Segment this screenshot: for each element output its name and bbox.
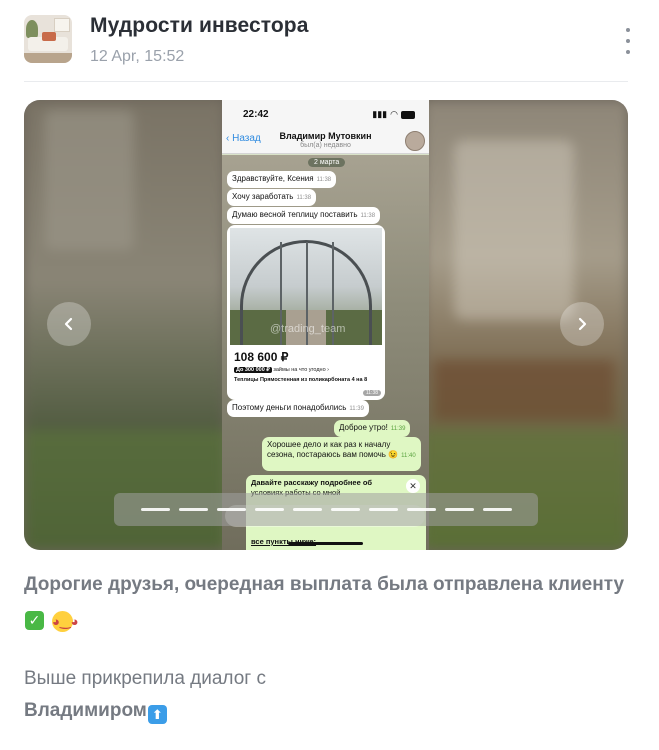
message-text: Хорошее дело и как раз к началу <box>267 440 391 449</box>
message-text: сезона, постараюсь вам помочь 😉 <box>267 450 399 459</box>
listing-price: 108 600 ₽ <box>234 350 289 364</box>
media-carousel[interactable]: 22:42 ▮▮▮ ◠ ‹ Назад Владимир Мутовкин бы… <box>24 100 628 550</box>
slide-indicator[interactable] <box>482 508 512 511</box>
post-caption-body: Выше прикрепила диалог с <box>24 668 267 689</box>
slide-indicator[interactable] <box>292 508 322 511</box>
message-time: 11:38 <box>296 195 312 201</box>
message-bubble: Думаю весной теплицу поставить 11:38 <box>227 207 381 224</box>
carousel-indicators <box>114 493 538 526</box>
slide-indicator[interactable] <box>368 508 398 511</box>
avatar-plant-shape <box>26 20 38 38</box>
more-vertical-icon-dot <box>626 39 630 43</box>
check-mark-emoji-icon: ✓ <box>25 611 44 630</box>
slide-indicator[interactable] <box>216 508 246 511</box>
signal-icon: ▮▮▮ <box>372 109 388 119</box>
listing-time: 11:38 <box>362 390 381 396</box>
message-bubble: Доброе утро! 11:39 <box>334 420 411 437</box>
listing-card: @trading_team 108 600 ₽ До 300 000 ₽ зай… <box>227 225 385 400</box>
header-divider <box>24 81 628 82</box>
message-bubble: Хочу заработать 11:38 <box>227 189 317 206</box>
message-time: 11:38 <box>316 177 332 183</box>
carousel-prev-button[interactable] <box>47 302 91 346</box>
credit-text: займы на что угодно <box>273 367 326 373</box>
caption-text: Дорогие друзья, очередная выплата была о… <box>24 574 625 595</box>
more-vertical-icon <box>626 28 630 32</box>
contact-status: был(а) недавно <box>300 142 351 149</box>
message-time: 11:39 <box>349 406 364 412</box>
message-bubble: Поэтому деньги понадобились 11:39 <box>227 400 369 417</box>
chevron-right-icon <box>578 317 587 331</box>
message-bubble: Здравствуйте, Ксения 11:38 <box>227 171 337 188</box>
contact-name: Владимир Мутовкин <box>279 131 372 141</box>
listing-description: Теплицы Прямостенная из поликарбоната 4 … <box>234 377 368 383</box>
slide-indicator[interactable] <box>178 508 208 511</box>
avatar-rug-shape <box>24 53 72 63</box>
date-chip: 2 марта <box>308 158 346 167</box>
post-header: Мудрости инвестора 12 Apr, 15:52 <box>24 12 634 72</box>
credit-badge: До 300 000 ₽ <box>234 367 272 373</box>
up-arrow-emoji-icon: ⬆ <box>147 705 167 724</box>
message-text: Думаю весной теплицу поставить <box>232 210 358 219</box>
long-message-line: Давайте расскажу подробнее об <box>251 478 373 487</box>
watermark-text: @trading_team <box>270 323 346 335</box>
message-time: 11:39 <box>390 426 406 432</box>
slide-indicator[interactable] <box>330 508 360 511</box>
message-time: 11:40 <box>401 453 416 459</box>
winking-face-emoji-icon: ◕‿◕ <box>52 611 78 632</box>
message-text: Доброе утро! <box>339 423 388 432</box>
status-time: 22:42 <box>243 109 269 120</box>
message-text: Здравствуйте, Ксения <box>232 174 314 183</box>
chat-area: 2 марта Здравствуйте, Ксения 11:38 Хочу з… <box>222 155 429 550</box>
avatar-cushion-shape <box>42 32 56 41</box>
caption-name-text: Владимиром <box>24 700 147 721</box>
phone-status-bar: 22:42 ▮▮▮ ◠ <box>222 100 429 128</box>
more-vertical-icon-dot <box>626 50 630 54</box>
close-icon: ✕ <box>406 479 420 493</box>
post-date: 12 Apr, 15:52 <box>90 48 185 65</box>
post-caption-name: Владимиром ⬆ <box>24 697 628 725</box>
chat-screenshot: 22:42 ▮▮▮ ◠ ‹ Назад Владимир Мутовкин бы… <box>222 100 429 550</box>
avatar-window-shape <box>54 18 70 32</box>
status-icons: ▮▮▮ ◠ <box>372 109 415 120</box>
battery-icon <box>401 110 415 119</box>
slide-indicator[interactable] <box>254 508 284 511</box>
slide-indicator[interactable] <box>140 508 170 511</box>
carousel-next-button[interactable] <box>560 302 604 346</box>
home-indicator <box>288 542 363 545</box>
message-text: Поэтому деньги понадобились <box>232 403 347 412</box>
post-caption-headline: Дорогие друзья, очередная выплата была о… <box>24 569 628 633</box>
wifi-icon: ◠ <box>390 109 398 119</box>
channel-name[interactable]: Мудрости инвестора <box>90 14 309 38</box>
greenhouse-photo: @trading_team <box>230 228 382 345</box>
chat-header: ‹ Назад Владимир Мутовкин был(а) недавно <box>222 128 429 154</box>
channel-avatar[interactable] <box>24 15 72 63</box>
slide-indicator[interactable] <box>444 508 474 511</box>
chevron-left-icon <box>64 317 73 331</box>
credit-offer: До 300 000 ₽ займы на что угодно › <box>234 367 330 373</box>
message-text: Хочу заработать <box>232 192 294 201</box>
more-options-button[interactable] <box>622 28 634 54</box>
contact-avatar <box>405 131 425 151</box>
slide-indicator[interactable] <box>406 508 436 511</box>
message-bubble: Хорошее дело и как раз к началу сезона, … <box>262 437 421 471</box>
message-time: 11:38 <box>360 213 376 219</box>
